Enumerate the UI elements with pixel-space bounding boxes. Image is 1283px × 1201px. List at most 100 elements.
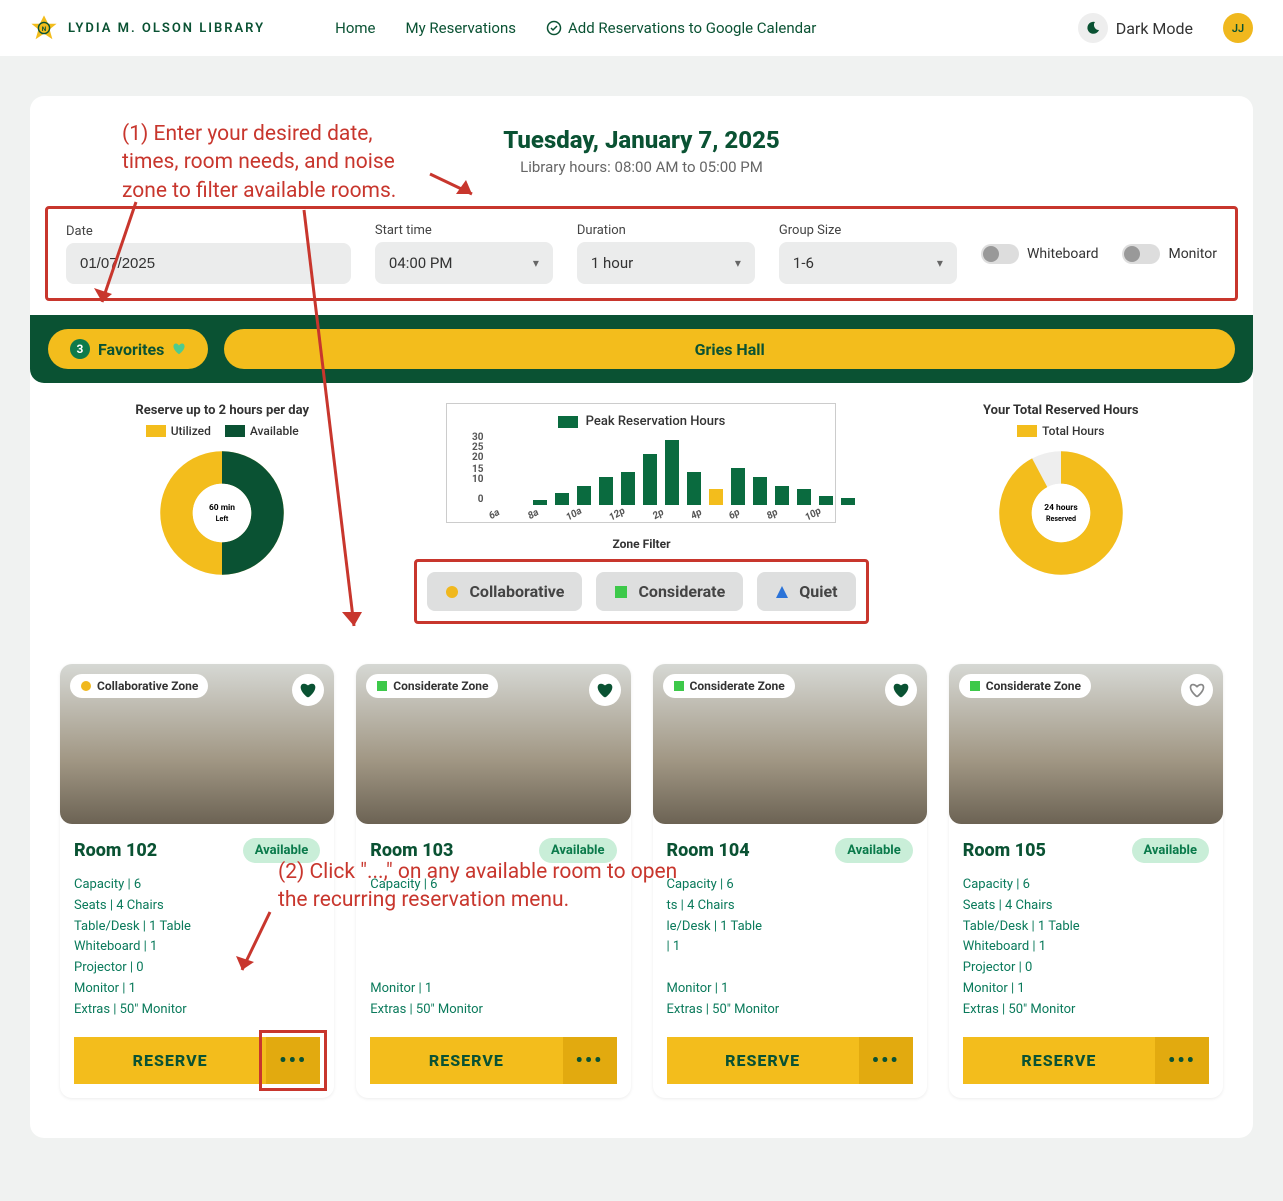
x-tick-label: 6a [487, 507, 502, 522]
more-options-button[interactable]: ••• [1155, 1037, 1209, 1084]
zone-shape-icon [969, 680, 981, 692]
total-hours-stat: Your Total Reserved Hours Total Hours 24… [899, 403, 1223, 592]
daily-limit-donut-icon: 60 min Left [157, 448, 287, 578]
total-hours-title: Your Total Reserved Hours [899, 403, 1223, 418]
reserve-button[interactable]: RESERVE [74, 1037, 266, 1084]
zone-badge: Considerate Zone [663, 674, 795, 698]
bar [753, 477, 767, 505]
date-label: Date [66, 224, 351, 239]
circle-icon [445, 585, 459, 599]
daily-limit-stat: Reserve up to 2 hours per day Utilized A… [60, 403, 384, 592]
duration-select[interactable]: 1 hour ▾ [577, 242, 755, 284]
start-time-select[interactable]: 04:00 PM ▾ [375, 242, 553, 284]
x-tick-label: 4p [689, 507, 704, 522]
availability-badge: Available [1132, 838, 1209, 863]
more-options-button[interactable]: ••• [859, 1037, 913, 1084]
more-options-button[interactable]: ••• [266, 1037, 320, 1084]
reserve-button[interactable]: RESERVE [667, 1037, 859, 1084]
bar [599, 477, 613, 505]
bar [643, 454, 657, 505]
x-tick-label: 8a [526, 507, 541, 522]
chevron-down-icon: ▾ [937, 256, 943, 270]
group-size-select[interactable]: 1-6 ▾ [779, 242, 957, 284]
avatar[interactable]: JJ [1223, 13, 1253, 43]
library-hours-text: Library hours: 08:00 AM to 05:00 PM [30, 158, 1253, 176]
date-input[interactable] [66, 243, 351, 284]
group-size-value: 1-6 [793, 254, 814, 272]
page-date-title: Tuesday, January 7, 2025 [30, 126, 1253, 154]
whiteboard-toggle[interactable]: Whiteboard [981, 244, 1099, 264]
bar-column [731, 468, 745, 505]
spec-line: Extras | 50" Monitor [370, 1000, 616, 1021]
zone-filter-title: Zone Filter [414, 537, 868, 551]
zone-badge-label: Considerate Zone [986, 679, 1081, 693]
zone-collaborative-button[interactable]: Collaborative [427, 572, 582, 611]
bar-column [599, 477, 613, 505]
building-pill[interactable]: Gries Hall [224, 329, 1235, 369]
bar-column [753, 477, 767, 505]
availability-badge: Available [243, 838, 320, 863]
bar [577, 486, 591, 505]
spec-line: Whiteboard | 1 [963, 937, 1209, 958]
bar [709, 489, 723, 505]
zone-badge-label: Considerate Zone [690, 679, 785, 693]
favorites-label: Favorites [98, 340, 164, 359]
x-tick-label [588, 507, 603, 522]
group-size-label: Group Size [779, 223, 957, 238]
bar [775, 486, 789, 505]
room-card: Considerate Zone Room 105 Available Capa… [949, 664, 1223, 1098]
bar [687, 472, 701, 505]
whiteboard-toggle-label: Whiteboard [1027, 246, 1099, 262]
square-icon [614, 585, 628, 599]
zone-shape-icon [80, 680, 92, 692]
x-tick-label [632, 507, 647, 522]
topbar: N LYDIA M. OLSON LIBRARY Home My Reserva… [0, 0, 1283, 56]
dark-mode-toggle[interactable]: Dark Mode [1078, 13, 1193, 43]
room-image[interactable]: Collaborative Zone [60, 664, 334, 824]
spec-line: le/Desk | 1 Table [667, 917, 913, 938]
nav-add-calendar-label: Add Reservations to Google Calendar [568, 19, 816, 37]
spec-line: Extras | 50" Monitor [963, 1000, 1209, 1021]
monitor-toggle[interactable]: Monitor [1122, 244, 1217, 264]
room-image[interactable]: Considerate Zone [356, 664, 630, 824]
zone-quiet-label: Quiet [799, 582, 837, 601]
zone-shape-icon [673, 680, 685, 692]
reserve-button[interactable]: RESERVE [963, 1037, 1155, 1084]
zone-considerate-button[interactable]: Considerate [596, 572, 743, 611]
favorite-toggle[interactable] [589, 674, 621, 706]
check-circle-icon [546, 20, 562, 36]
nav-add-calendar[interactable]: Add Reservations to Google Calendar [546, 19, 816, 37]
reserve-button[interactable]: RESERVE [370, 1037, 562, 1084]
spec-line: Seats | 4 Chairs [74, 896, 320, 917]
legend-utilized: Utilized [171, 424, 211, 438]
favorite-toggle[interactable] [292, 674, 324, 706]
nav-home[interactable]: Home [335, 19, 375, 37]
spec-line: Seats | 4 Chairs [963, 896, 1209, 917]
bar-column [819, 496, 833, 505]
nav-my-reservations[interactable]: My Reservations [406, 19, 516, 37]
brand-logo-group[interactable]: N LYDIA M. OLSON LIBRARY [30, 14, 265, 42]
room-image[interactable]: Considerate Zone [949, 664, 1223, 824]
bar-column [621, 472, 635, 505]
zone-badge-label: Considerate Zone [393, 679, 488, 693]
chevron-down-icon: ▾ [533, 256, 539, 270]
spec-line [667, 958, 913, 979]
zone-badge: Collaborative Zone [70, 674, 208, 698]
bar [665, 440, 679, 505]
favorites-button[interactable]: 3 Favorites [48, 329, 208, 369]
heart-icon [172, 342, 186, 356]
availability-badge: Available [539, 838, 616, 863]
favorite-toggle[interactable] [1181, 674, 1213, 706]
more-options-button[interactable]: ••• [563, 1037, 617, 1084]
bar [621, 472, 635, 505]
spec-line [370, 917, 616, 938]
room-name: Room 105 [963, 840, 1046, 861]
room-image[interactable]: Considerate Zone [653, 664, 927, 824]
favorite-toggle[interactable] [885, 674, 917, 706]
room-name: Room 104 [667, 840, 750, 861]
bar-column [709, 489, 723, 505]
x-tick-label: 6p [727, 507, 742, 522]
zone-quiet-button[interactable]: Quiet [757, 572, 855, 611]
x-tick-label: 12p [607, 506, 627, 524]
x-tick-label [708, 507, 723, 522]
